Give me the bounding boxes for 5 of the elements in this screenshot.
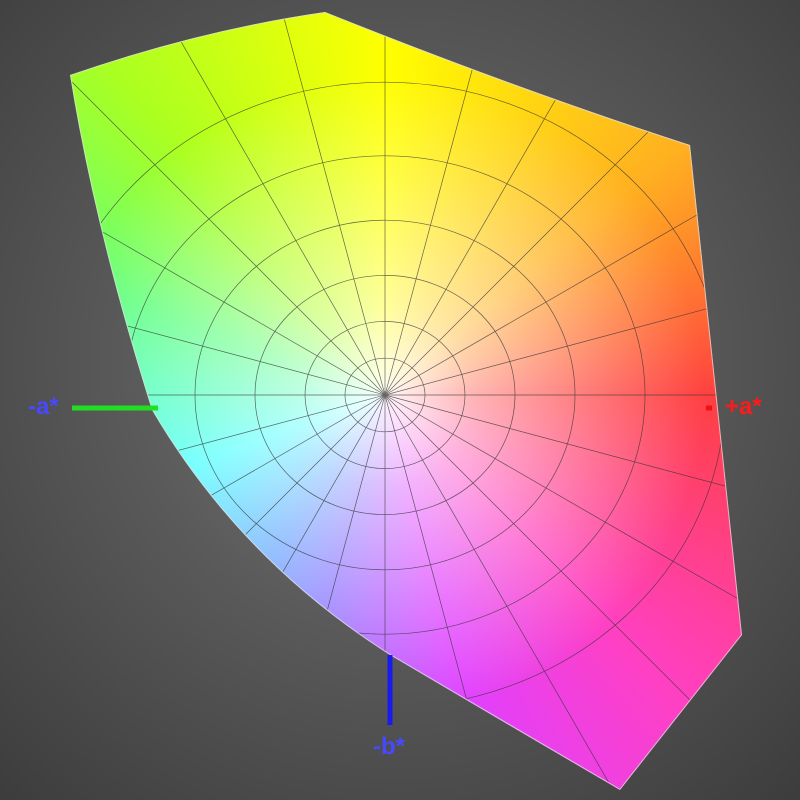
axis-line — [388, 655, 392, 725]
axis-label: -b* — [373, 733, 405, 761]
axis-line — [706, 406, 712, 410]
axis-label: +a* — [725, 393, 762, 421]
axis-label: -a* — [28, 393, 59, 421]
